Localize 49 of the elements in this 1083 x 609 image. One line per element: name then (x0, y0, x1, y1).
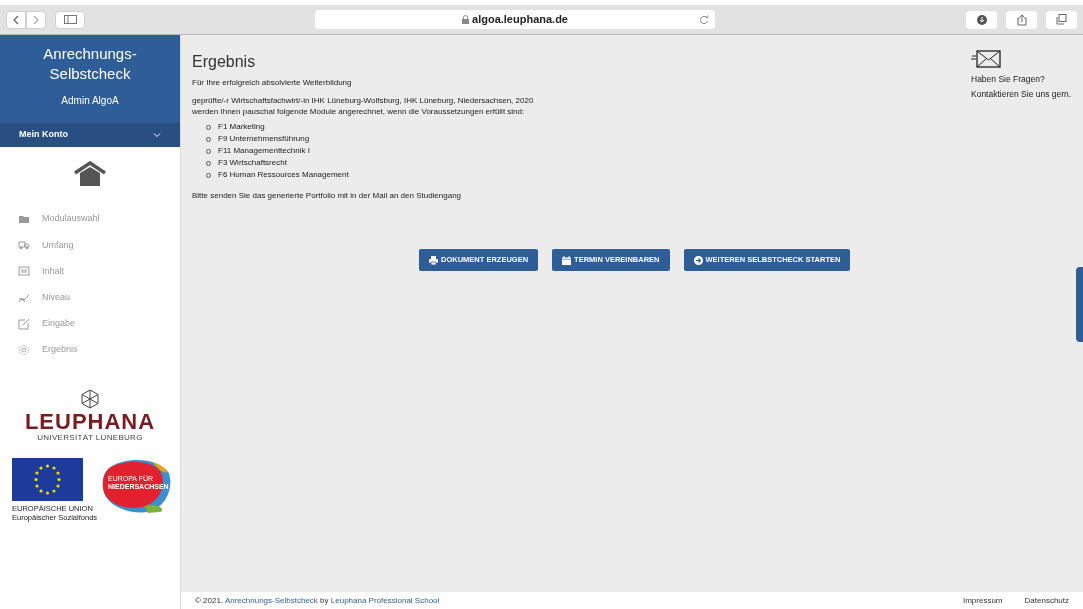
truck-icon (18, 239, 30, 252)
columns-icon (18, 265, 30, 278)
footer-link[interactable]: Datenschutz (1024, 594, 1069, 607)
eu-flag (12, 458, 83, 502)
contact-text: Kontaktieren Sie uns gern. (971, 87, 1073, 101)
module-item: F3 Wirtschaftsrecht (218, 157, 287, 169)
tabs-icon (1056, 14, 1067, 25)
printer-icon (429, 255, 438, 265)
footer-link[interactable]: Impressum (962, 594, 1003, 607)
share-icon (1016, 13, 1027, 26)
lock-icon (462, 15, 469, 24)
logo-drawing (100, 458, 172, 515)
footer-link[interactable]: Leuphana Professional School (330, 595, 440, 605)
url-text: algoa.leuphana.de (472, 12, 568, 28)
cube-icon (81, 389, 99, 410)
mail-icon[interactable] (971, 50, 1003, 68)
footer-link[interactable]: Anrechnungs-Selbstcheck (224, 595, 318, 605)
home-icon[interactable] (74, 161, 106, 186)
calendar-icon (562, 255, 572, 265)
university-name: LEUPHANA (24, 411, 156, 434)
download-icon (976, 14, 987, 25)
app-title: Anrechnungs-Selbstcheck (42, 44, 138, 84)
tabs-button[interactable] (1046, 10, 1077, 29)
arrow-circle-icon (693, 255, 703, 265)
back-icon (12, 14, 20, 25)
qualification-text: geprüfte/-r Wirtschaftsfachwirt/-in IHK Lüneburg-Wolfsburg, IHK Lüneburg, Niedersachsen, 2020 (192, 95, 535, 106)
statement-text: werden Ihnen pauschal folgende Module angerechnet, wenn die Voraussetzungen erfüllt sind: (192, 106, 526, 117)
module-item: F9 Unternehmensführung (218, 133, 310, 145)
module-item: F1 Marketing (218, 121, 265, 133)
contact-question: Haben Sie Fragen? (971, 73, 1046, 86)
page-heading: Ergebnis (192, 52, 257, 72)
reload-icon[interactable] (699, 14, 709, 25)
back-button[interactable] (6, 10, 26, 29)
intro-text: Für Ihre erfolgreich absolvierte Weiterbildung (192, 77, 353, 89)
copyright-text: © 2021. Anrechnungs-Selbstcheck by Leuphana Professional School (195, 594, 440, 607)
address-bar[interactable]: algoa.leuphana.de (315, 10, 715, 29)
download-button[interactable] (966, 10, 997, 29)
account-menu[interactable]: Mein Konto (0, 123, 180, 147)
university-subtitle: UNIVERSITÄT LÜNEBURG (37, 433, 143, 443)
edit-icon (18, 317, 30, 330)
gear-icon (18, 344, 30, 357)
module-item: F11 Managementtechnik I (218, 145, 310, 157)
folder-icon (18, 213, 30, 226)
sidebar-toggle-button[interactable] (55, 10, 85, 29)
note-text: Bitte senden Sie das generierte Portfolio mit in der Mail an den Studiengang (192, 190, 463, 202)
forward-icon (32, 14, 40, 25)
user-name: Admin AlgoA (61, 94, 119, 108)
sidebar-icon (63, 15, 77, 24)
module-item: F6 Human Ressources Management (218, 169, 349, 181)
